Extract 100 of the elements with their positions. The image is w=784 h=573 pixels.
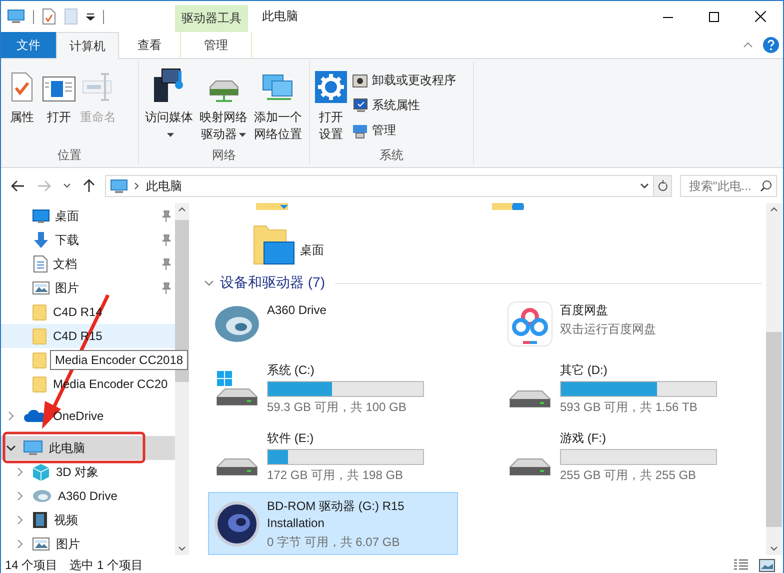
- nav-item[interactable]: 桌面: [1, 204, 175, 228]
- up-button[interactable]: [81, 179, 97, 193]
- properties-icon: [42, 8, 56, 25]
- ribbon-tab[interactable]: 文件: [1, 32, 56, 58]
- refresh-icon: [657, 180, 668, 192]
- ribbon-tab[interactable]: 查看: [119, 32, 180, 58]
- ribbon-button[interactable]: 管理: [350, 121, 458, 140]
- device-description: 双击运行百度网盘: [560, 321, 656, 338]
- nav-label: 桌面: [55, 208, 79, 224]
- group-label: 系统: [378, 147, 404, 164]
- device-tile[interactable]: 百度网盘 双击运行百度网盘: [501, 296, 751, 352]
- download-arrow-icon: [32, 231, 50, 249]
- swirl-icon: [32, 489, 52, 503]
- tree-item[interactable]: 3D 对象: [1, 460, 175, 484]
- tree-label: 3D 对象: [56, 464, 99, 480]
- search-icon: [760, 180, 772, 192]
- ribbon-button[interactable]: 系统属性: [350, 96, 458, 115]
- recent-locations-button[interactable]: [61, 183, 73, 189]
- details-view-button[interactable]: [731, 558, 751, 572]
- ribbon-tab[interactable]: 计算机: [56, 32, 119, 59]
- tree-label: OneDrive: [53, 409, 104, 423]
- monitor-check-icon: [352, 98, 368, 114]
- pin-icon: [161, 234, 171, 246]
- ribbon-button[interactable]: 添加一个网络位置: [252, 65, 304, 145]
- path-segment[interactable]: 此电脑: [146, 178, 182, 194]
- scroll-down-icon: [178, 546, 186, 551]
- settings-icon: [315, 71, 347, 103]
- cube-icon: [32, 463, 50, 481]
- ribbon-button[interactable]: 打开设置: [314, 65, 348, 145]
- device-name: 系统 (C:): [267, 362, 316, 379]
- monitor-icon: [23, 440, 43, 456]
- tree-item[interactable]: A360 Drive: [1, 484, 175, 508]
- collapsed-chevron-icon: [15, 467, 25, 477]
- tree-item[interactable]: 视频: [1, 508, 175, 532]
- device-tile[interactable]: 游戏 (F:) 255 GB 可用，共 255 GB: [501, 424, 751, 488]
- manage-computer-icon: [352, 122, 368, 138]
- device-tile[interactable]: BD-ROM 驱动器 (G:) R15 Installation 0 字节 可用，共 6.07 GB: [208, 492, 458, 555]
- device-tile[interactable]: 其它 (D:) 593 GB 可用，共 1.56 TB: [501, 356, 751, 420]
- folder-icon: [32, 375, 48, 393]
- ribbon-button[interactable]: 打开: [41, 65, 77, 128]
- tree-label: 此电脑: [49, 440, 85, 456]
- expanded-chevron-icon: [204, 279, 214, 287]
- scroll-up-icon: [178, 207, 186, 212]
- nav-label: 图片: [55, 280, 79, 296]
- scroll-thumb[interactable]: [766, 332, 782, 527]
- space-reading: 593 GB 可用，共 1.56 TB: [560, 399, 698, 416]
- group-label: 位置: [56, 147, 82, 164]
- collapsed-chevron-icon: [6, 411, 16, 421]
- picture-icon: [32, 536, 50, 552]
- pin-icon: [161, 282, 171, 294]
- folder-icon: [32, 327, 48, 345]
- drive-icon: [509, 458, 551, 476]
- windows-drive-icon: [216, 370, 258, 406]
- ribbon-button[interactable]: 属性: [5, 65, 39, 128]
- monitor-icon: [32, 208, 50, 224]
- device-name: 游戏 (F:): [560, 430, 607, 447]
- disc-logo-icon: [214, 500, 260, 546]
- ribbon-button[interactable]: 访问媒体: [143, 65, 196, 145]
- ribbon-tab[interactable]: 管理: [180, 32, 252, 58]
- device-tile[interactable]: 软件 (E:) 172 GB 可用，共 198 GB: [208, 424, 458, 488]
- program-box-icon: [352, 72, 368, 88]
- scroll-up-icon: [770, 207, 778, 212]
- large-icons-view-button[interactable]: [757, 558, 777, 572]
- monitor-icon: [7, 8, 25, 24]
- pin-icon: [161, 258, 171, 270]
- tree-item[interactable]: 此电脑: [1, 436, 175, 460]
- back-button[interactable]: [9, 180, 27, 192]
- space-reading: 0 字节 可用，共 6.07 GB: [267, 534, 401, 551]
- section-title: 设备和驱动器 (7): [220, 274, 325, 292]
- folder-item[interactable]: 桌面: [252, 222, 324, 268]
- scrollbar[interactable]: [766, 203, 782, 555]
- tree-item[interactable]: 图片: [1, 532, 175, 555]
- collapse-ribbon-icon: [743, 42, 753, 48]
- device-tile[interactable]: 系统 (C:) 59.3 GB 可用，共 100 GB: [208, 356, 458, 420]
- window-panel-icon: [42, 75, 76, 103]
- back-arrow-icon: [11, 180, 25, 192]
- address-field[interactable]: 此电脑: [105, 175, 654, 197]
- tree-label: 图片: [56, 536, 80, 552]
- monitor-icon: [110, 178, 128, 194]
- document-icon: [32, 255, 48, 273]
- tree-label: 视频: [54, 512, 78, 528]
- device-name: A360 Drive: [267, 302, 326, 319]
- selection-count: 选中 1 个项目: [70, 556, 144, 573]
- pin-icon: [161, 210, 171, 222]
- nav-item[interactable]: 图片: [1, 276, 175, 300]
- search-field[interactable]: 搜索"此电...: [680, 175, 777, 197]
- ribbon-button[interactable]: 卸载或更改程序: [350, 71, 458, 90]
- nav-item[interactable]: 下载: [1, 228, 175, 252]
- collapsed-chevron-icon: [15, 539, 25, 549]
- refresh-button[interactable]: [654, 175, 672, 197]
- collapsed-chevron-icon: [15, 515, 25, 525]
- section-header[interactable]: 设备和驱动器 (7): [196, 268, 766, 296]
- device-tile[interactable]: A360 Drive: [208, 296, 458, 352]
- chevron-down-icon: [63, 183, 71, 189]
- ribbon-button[interactable]: 映射网络驱动器: [197, 65, 250, 145]
- scroll-down-icon: [770, 546, 778, 551]
- up-arrow-icon: [83, 179, 95, 193]
- tree-item[interactable]: OneDrive: [1, 404, 175, 428]
- nav-label: 文档: [53, 256, 77, 272]
- nav-item[interactable]: 文档: [1, 252, 175, 276]
